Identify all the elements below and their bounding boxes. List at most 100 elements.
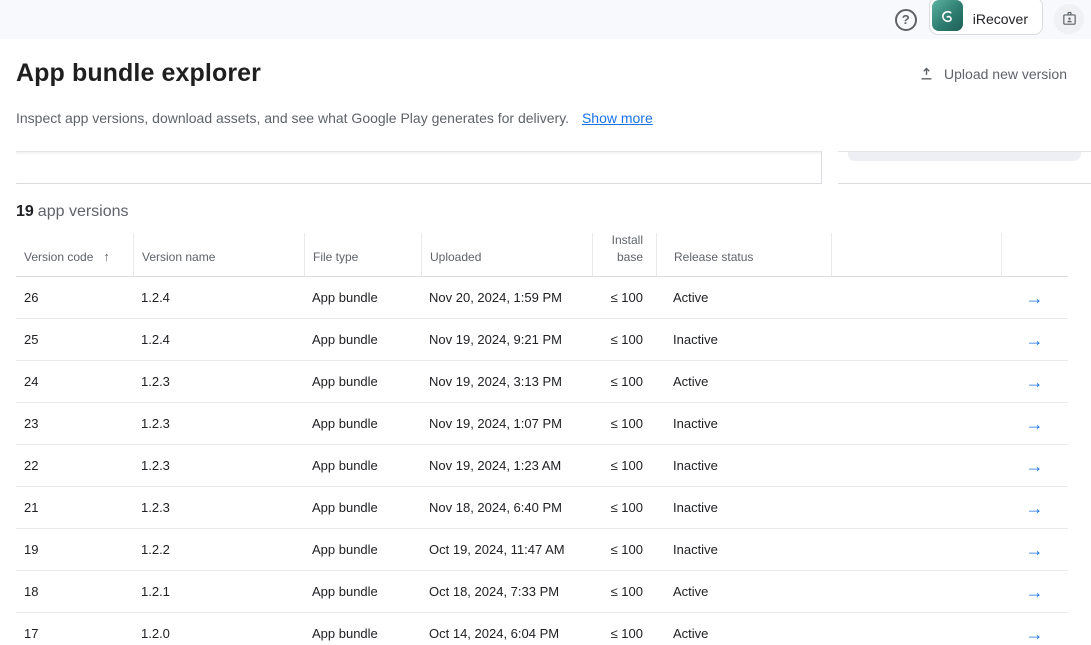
description-text: Inspect app versions, download assets, a… <box>16 110 569 126</box>
app-logo-icon <box>932 0 963 31</box>
scrolled-cards-row <box>16 151 1091 184</box>
version-code-cell: 23 <box>16 416 133 431</box>
column-label: File type <box>313 249 358 266</box>
install-base-cell: ≤ 100 <box>592 458 656 473</box>
table-row[interactable]: 181.2.1App bundleOct 18, 2024, 7:33 PM≤ … <box>16 571 1068 613</box>
side-card-partial <box>838 151 1091 184</box>
uploaded-cell: Nov 18, 2024, 6:40 PM <box>421 500 592 515</box>
install-base-cell: ≤ 100 <box>592 374 656 389</box>
table-body: 261.2.4App bundleNov 20, 2024, 1:59 PM≤ … <box>16 277 1068 645</box>
version-name-cell: 1.2.2 <box>133 542 304 557</box>
release-status-cell: Active <box>656 584 831 599</box>
action-cell: → <box>1001 373 1068 391</box>
open-version-arrow-icon[interactable]: → <box>1026 373 1044 391</box>
release-status-cell: Inactive <box>656 500 831 515</box>
upload-new-version-button[interactable]: Upload new version <box>918 65 1067 82</box>
release-status-cell: Active <box>656 374 831 389</box>
developer-account-icon[interactable] <box>1054 4 1084 34</box>
version-name-cell: 1.2.3 <box>133 500 304 515</box>
table-header-row: Version code ↑ Version name File type Up… <box>16 233 1068 277</box>
version-code-cell: 22 <box>16 458 133 473</box>
table-row[interactable]: 251.2.4App bundleNov 19, 2024, 9:21 PM≤ … <box>16 319 1068 361</box>
file-type-cell: App bundle <box>304 626 421 641</box>
action-cell: → <box>1001 499 1068 517</box>
column-header-release-status[interactable]: Release status <box>656 233 831 276</box>
version-code-cell: 26 <box>16 290 133 305</box>
release-status-cell: Inactive <box>656 332 831 347</box>
release-status-cell: Inactive <box>656 416 831 431</box>
column-label: Release status <box>674 249 753 266</box>
table-row[interactable]: 171.2.0App bundleOct 14, 2024, 6:04 PM≤ … <box>16 613 1068 645</box>
uploaded-cell: Oct 14, 2024, 6:04 PM <box>421 626 592 641</box>
version-code-cell: 25 <box>16 332 133 347</box>
version-name-cell: 1.2.4 <box>133 290 304 305</box>
table-row[interactable]: 191.2.2App bundleOct 19, 2024, 11:47 AM≤… <box>16 529 1068 571</box>
uploaded-cell: Nov 19, 2024, 1:07 PM <box>421 416 592 431</box>
filter-card-partial <box>16 151 822 184</box>
open-version-arrow-icon[interactable]: → <box>1026 415 1044 433</box>
upload-icon <box>918 65 935 82</box>
release-status-cell: Inactive <box>656 458 831 473</box>
action-cell: → <box>1001 583 1068 601</box>
version-count-label: app versions <box>38 203 129 220</box>
file-type-cell: App bundle <box>304 416 421 431</box>
open-version-arrow-icon[interactable]: → <box>1026 331 1044 349</box>
column-header-version-code[interactable]: Version code ↑ <box>16 233 133 276</box>
open-version-arrow-icon[interactable]: → <box>1026 625 1044 643</box>
uploaded-cell: Nov 19, 2024, 1:23 AM <box>421 458 592 473</box>
action-cell: → <box>1001 289 1068 307</box>
install-base-cell: ≤ 100 <box>592 290 656 305</box>
version-code-cell: 18 <box>16 584 133 599</box>
help-icon[interactable]: ? <box>895 9 917 31</box>
open-version-arrow-icon[interactable]: → <box>1026 289 1044 307</box>
version-name-cell: 1.2.1 <box>133 584 304 599</box>
open-version-arrow-icon[interactable]: → <box>1026 457 1044 475</box>
column-label: Uploaded <box>430 249 481 266</box>
install-base-cell: ≤ 100 <box>592 542 656 557</box>
version-code-cell: 24 <box>16 374 133 389</box>
show-more-link[interactable]: Show more <box>582 110 653 126</box>
column-header-file-type[interactable]: File type <box>304 233 421 276</box>
version-count: 19 <box>16 203 34 220</box>
app-selector[interactable]: iRecover <box>929 0 1043 35</box>
table-row[interactable]: 241.2.3App bundleNov 19, 2024, 3:13 PM≤ … <box>16 361 1068 403</box>
app-name-label: iRecover <box>973 5 1028 27</box>
column-label: Version code <box>24 249 93 266</box>
column-label: Install base <box>601 232 643 266</box>
table-row[interactable]: 211.2.3App bundleNov 18, 2024, 6:40 PM≤ … <box>16 487 1068 529</box>
topbar: ? iRecover <box>0 0 1091 39</box>
action-cell: → <box>1001 331 1068 349</box>
column-label: Version name <box>142 249 215 266</box>
table-row[interactable]: 231.2.3App bundleNov 19, 2024, 1:07 PM≤ … <box>16 403 1068 445</box>
version-name-cell: 1.2.3 <box>133 458 304 473</box>
file-type-cell: App bundle <box>304 584 421 599</box>
action-cell: → <box>1001 541 1068 559</box>
open-version-arrow-icon[interactable]: → <box>1026 583 1044 601</box>
version-name-cell: 1.2.3 <box>133 374 304 389</box>
version-code-cell: 17 <box>16 626 133 641</box>
open-version-arrow-icon[interactable]: → <box>1026 499 1044 517</box>
table-row[interactable]: 221.2.3App bundleNov 19, 2024, 1:23 AM≤ … <box>16 445 1068 487</box>
column-header-uploaded[interactable]: Uploaded <box>421 233 592 276</box>
version-name-cell: 1.2.0 <box>133 626 304 641</box>
file-type-cell: App bundle <box>304 374 421 389</box>
release-status-cell: Active <box>656 626 831 641</box>
uploaded-cell: Nov 20, 2024, 1:59 PM <box>421 290 592 305</box>
app-versions-table: Version code ↑ Version name File type Up… <box>16 233 1068 645</box>
action-cell: → <box>1001 457 1068 475</box>
version-code-cell: 21 <box>16 500 133 515</box>
open-version-arrow-icon[interactable]: → <box>1026 541 1044 559</box>
page-title: App bundle explorer <box>16 59 261 88</box>
version-count-summary: 19app versions <box>16 203 1067 221</box>
install-base-cell: ≤ 100 <box>592 584 656 599</box>
column-header-empty <box>831 233 1001 276</box>
file-type-cell: App bundle <box>304 500 421 515</box>
action-cell: → <box>1001 415 1068 433</box>
release-status-cell: Inactive <box>656 542 831 557</box>
release-status-cell: Active <box>656 290 831 305</box>
file-type-cell: App bundle <box>304 458 421 473</box>
column-header-version-name[interactable]: Version name <box>133 233 304 276</box>
column-header-action <box>1001 233 1068 276</box>
column-header-install-base[interactable]: Install base <box>592 233 656 276</box>
table-row[interactable]: 261.2.4App bundleNov 20, 2024, 1:59 PM≤ … <box>16 277 1068 319</box>
